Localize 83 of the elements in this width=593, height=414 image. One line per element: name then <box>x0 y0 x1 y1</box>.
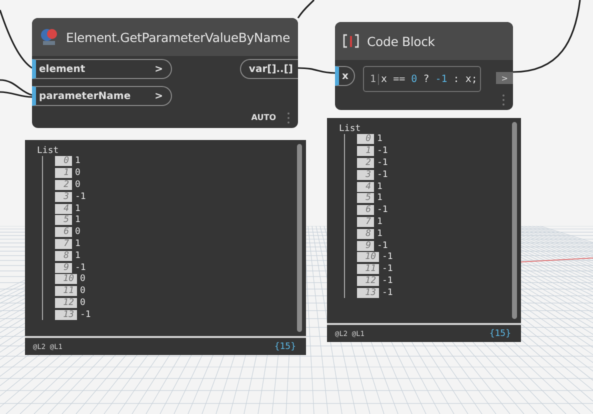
lacing-label[interactable]: AUTO <box>251 113 276 122</box>
list-index: 11 <box>55 286 77 296</box>
item-count: {15} <box>489 328 511 338</box>
list-index: 12 <box>357 276 379 286</box>
list-value: -1 <box>75 262 86 273</box>
list-value: 0 <box>75 180 80 190</box>
list-value: 1 <box>377 182 382 192</box>
list-value: -1 <box>377 205 388 216</box>
list-index: 4 <box>357 182 374 192</box>
input-port[interactable]: x <box>335 66 355 86</box>
list-index: 8 <box>357 228 374 239</box>
list-value: 1 <box>75 156 80 166</box>
code-editor[interactable]: 1 x == 0 ? -1 : x; <box>363 66 481 92</box>
list-index: 8 <box>55 250 72 261</box>
item-count: {15} <box>274 342 296 352</box>
list-value: -1 <box>382 264 393 274</box>
list-index: 4 <box>55 204 72 214</box>
list-index: 13 <box>357 288 379 298</box>
node-title: Code Block <box>367 34 435 48</box>
list-index: 6 <box>357 205 374 216</box>
list-index: 10 <box>55 274 77 284</box>
list-value: -1 <box>75 192 86 202</box>
connector-wire[interactable] <box>0 79 32 96</box>
list-value: -1 <box>377 170 388 180</box>
list-value: 1 <box>377 228 382 239</box>
list-index: 11 <box>357 264 379 274</box>
list-value: -1 <box>377 240 388 251</box>
input-port[interactable]: parameterName > <box>32 86 172 106</box>
list-index: 2 <box>55 180 72 190</box>
scrollbar[interactable] <box>297 144 302 332</box>
brackets-icon <box>343 34 359 48</box>
list-value: 1 <box>75 238 80 249</box>
node-card[interactable]: Element.GetParameterValueByName element > parameterName > var[]..[] AUTO <box>32 18 298 128</box>
list-value: -1 <box>80 310 91 320</box>
list-value: 1 <box>377 134 382 144</box>
connector-wire[interactable] <box>0 91 32 98</box>
list-index: 12 <box>55 298 77 308</box>
list-value: -1 <box>382 252 393 262</box>
list-value: -1 <box>382 276 393 286</box>
list-index: 5 <box>55 215 72 226</box>
list-value: 1 <box>75 204 80 214</box>
list-index: 7 <box>357 216 374 227</box>
list-index: 5 <box>357 193 374 204</box>
list-index: 3 <box>55 192 72 202</box>
output-port[interactable]: > <box>496 72 513 84</box>
list-header: List <box>339 124 362 134</box>
list-value: 1 <box>377 193 382 204</box>
connector-wire[interactable] <box>298 67 336 74</box>
list-value: 1 <box>75 250 80 261</box>
list-value: 0 <box>80 298 86 308</box>
list-index: 0 <box>357 134 374 144</box>
list-index: 9 <box>55 262 72 273</box>
more-icon[interactable] <box>502 94 505 106</box>
more-icon[interactable] <box>287 112 290 124</box>
list-value: 0 <box>75 227 80 238</box>
connector-wire[interactable] <box>512 0 581 73</box>
list-value: 0 <box>80 274 86 284</box>
connector-wire[interactable] <box>0 10 32 69</box>
input-port[interactable]: element > <box>32 59 172 79</box>
list-value: -1 <box>382 288 393 298</box>
list-value: 1 <box>377 216 382 227</box>
list-value: 1 <box>75 215 80 226</box>
output-port[interactable]: var[]..[] <box>240 59 298 79</box>
list-index: 0 <box>55 156 72 166</box>
node-card[interactable]: Code Block x 1 x == 0 ? -1 : x; > <box>335 22 513 110</box>
list-index: 7 <box>55 238 72 249</box>
list-value: -1 <box>377 146 388 156</box>
list-index: 1 <box>357 146 374 156</box>
list-index: 13 <box>55 310 77 320</box>
list-index: 2 <box>357 158 374 168</box>
scrollbar[interactable] <box>512 122 517 319</box>
list-index: 1 <box>55 168 72 178</box>
list-index: 10 <box>357 252 379 262</box>
list-value: -1 <box>377 158 388 168</box>
list-index: 6 <box>55 227 72 238</box>
list-index: 9 <box>357 240 374 251</box>
node-title: Element.GetParameterValueByName <box>66 30 290 44</box>
list-value: 0 <box>75 168 80 178</box>
connector-wire[interactable] <box>297 0 315 18</box>
node-icon <box>40 28 58 46</box>
list-value: 0 <box>80 286 86 296</box>
list-header: List <box>37 146 60 156</box>
list-index: 3 <box>357 170 374 180</box>
